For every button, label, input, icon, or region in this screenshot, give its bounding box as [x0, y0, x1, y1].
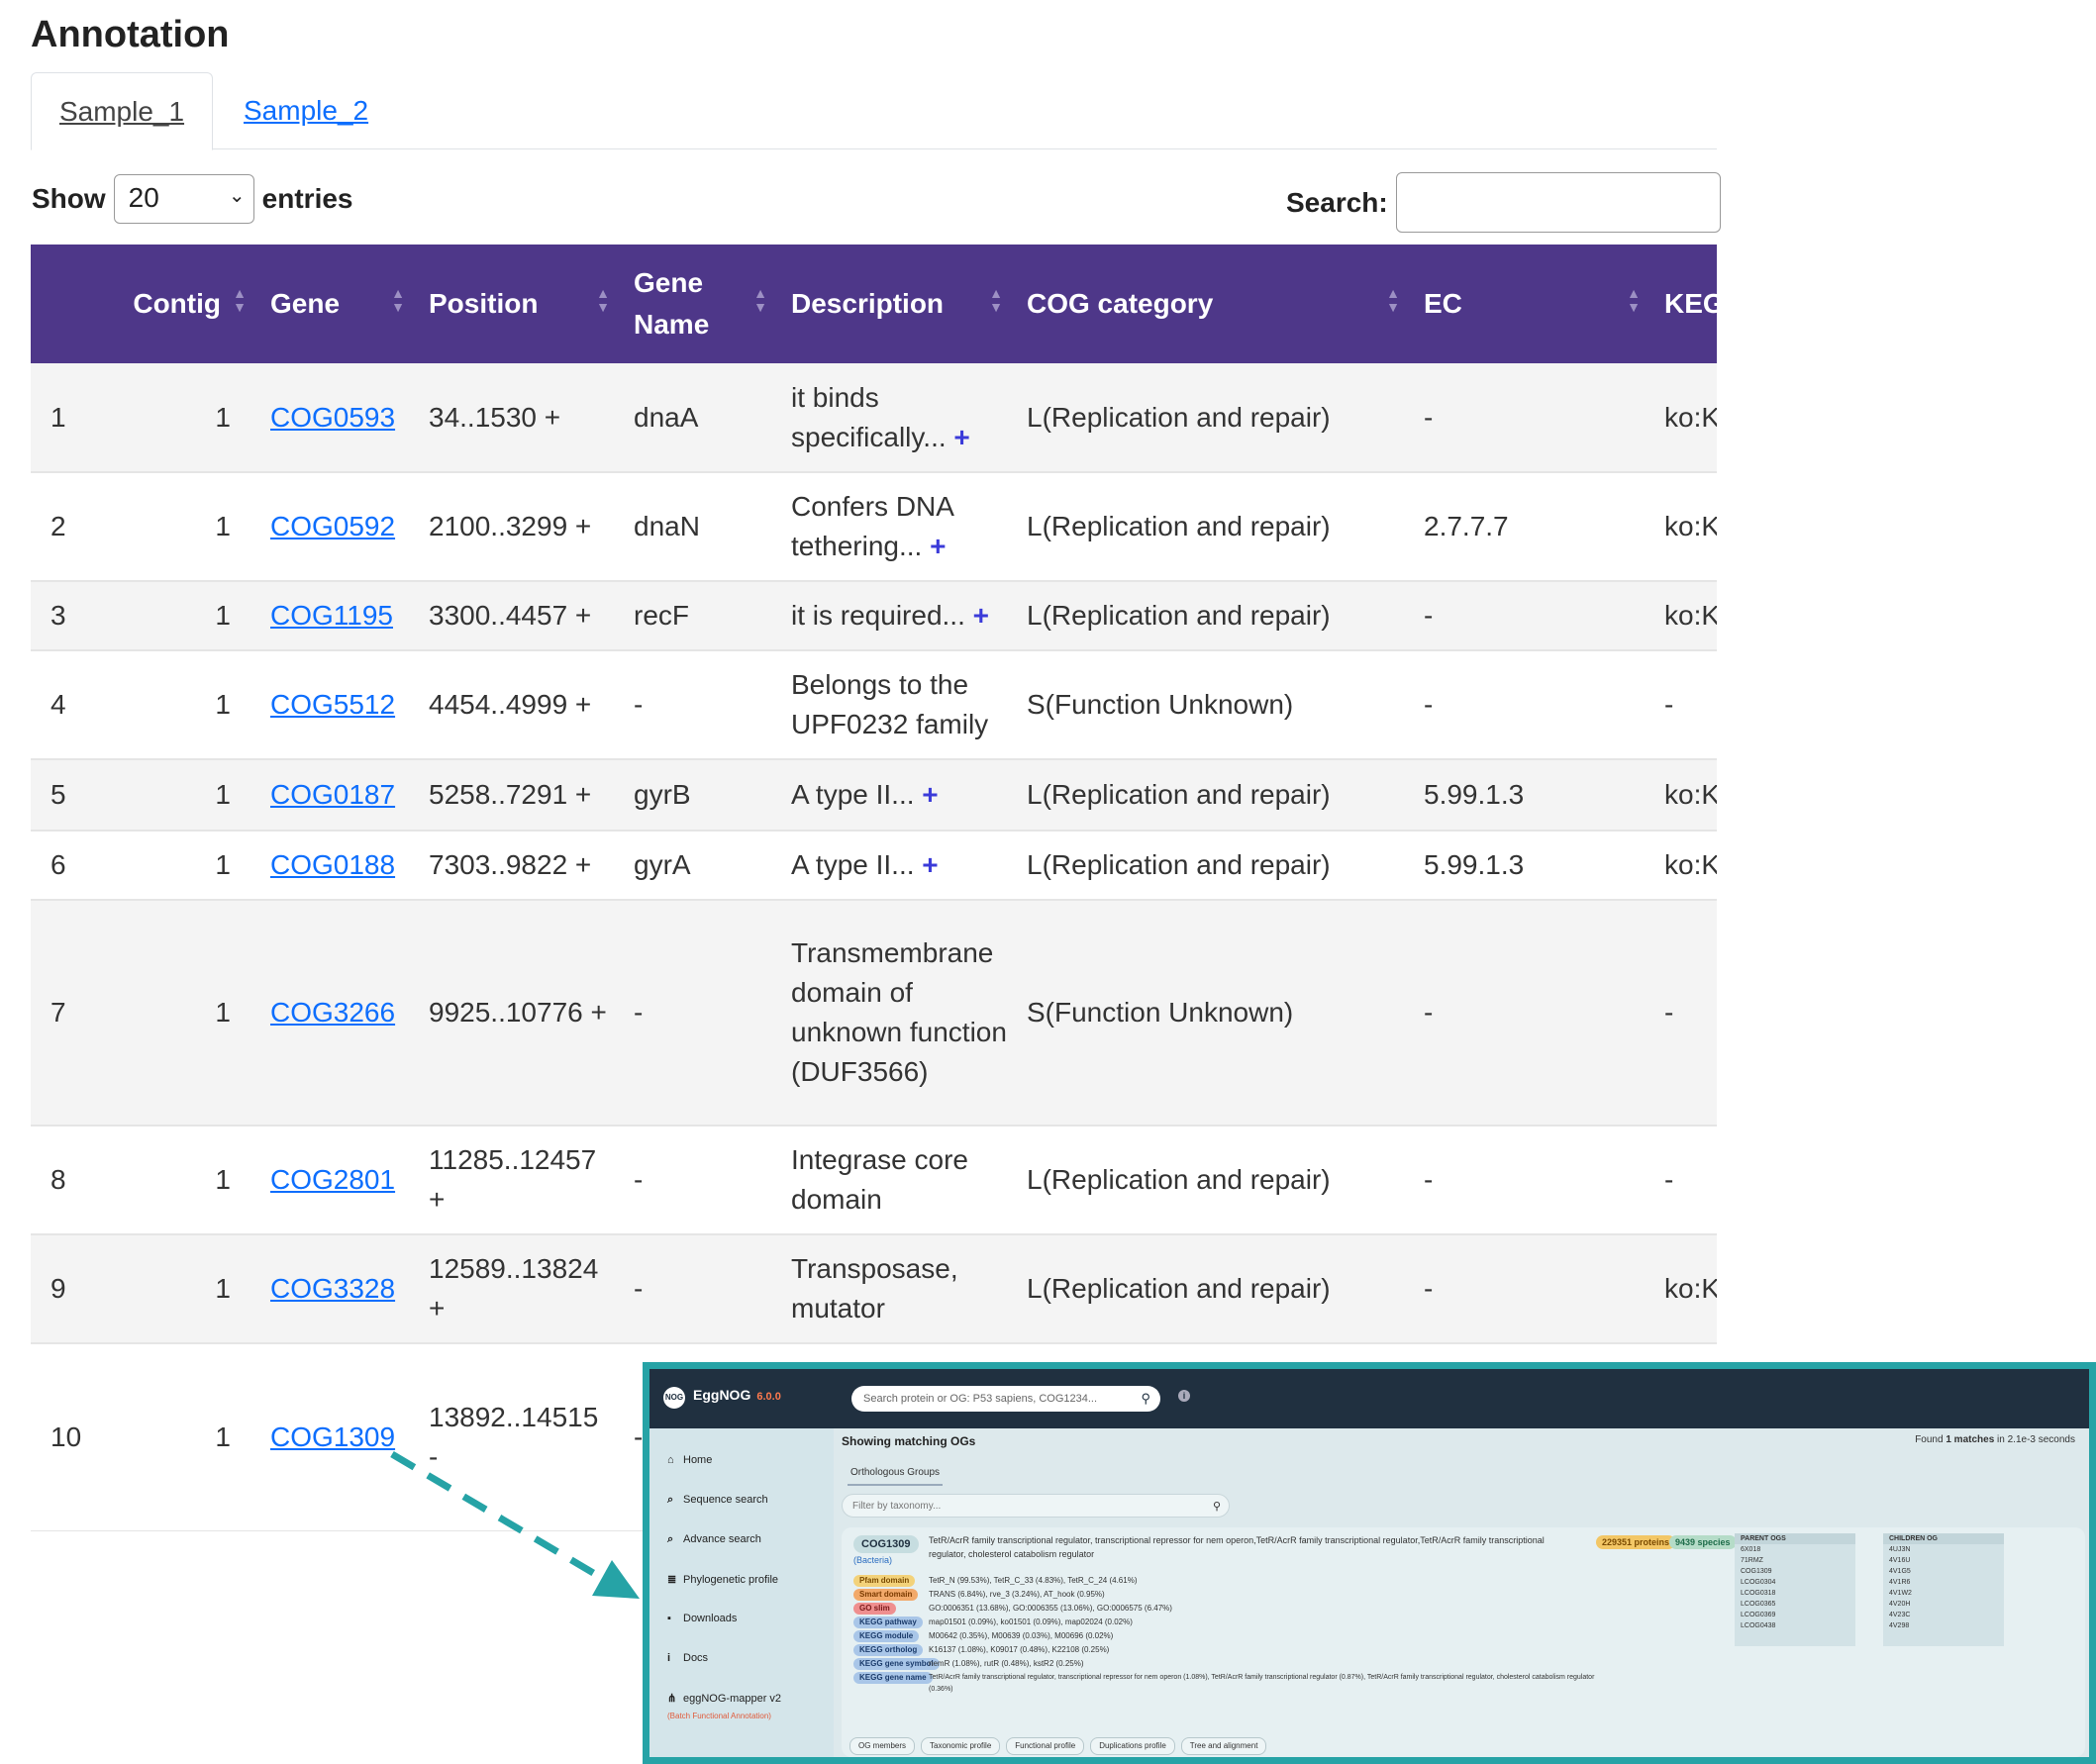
eggnog-topbar: NOG EggNOG 6.0.0 Search protein or OG: P5…: [649, 1369, 2089, 1428]
tab-functional-profile[interactable]: Functional profile: [1006, 1737, 1085, 1755]
parent-og-item[interactable]: LCOG0318: [1735, 1588, 1855, 1599]
attr-value-kegg-module: M00642 (0.35%), M00639 (0.03%), M00696 (…: [929, 1631, 1114, 1640]
search-icon: ⌕: [667, 1494, 674, 1506]
parent-og-item[interactable]: LCOG0365: [1735, 1599, 1855, 1610]
parent-ogs-panel: PARENT OGS 6X018 71RMZ COG1309 LCOG0304 …: [1735, 1533, 1855, 1646]
eggnog-version: 6.0.0: [756, 1391, 781, 1403]
parent-og-item[interactable]: 71RMZ: [1735, 1555, 1855, 1566]
attr-value-go-slim: GO:0006351 (13.68%), GO:0006355 (13.06%)…: [929, 1604, 1172, 1613]
parent-og-item[interactable]: LCOG0304: [1735, 1577, 1855, 1588]
eggnog-sidebar: ⌂ Home ⌕ Sequence search ⌕ Advance search ≣…: [649, 1428, 834, 1757]
children-ogs-panel: CHILDREN OG 4UJ3N 4V16U 4V1G5 4V1R6 4V1W…: [1883, 1533, 2004, 1646]
eggnog-inset-screenshot: NOG EggNOG 6.0.0 Search protein or OG: P5…: [643, 1362, 2096, 1764]
callout-arrow-head: [592, 1560, 640, 1599]
attr-value-pfam: TetR_N (99.53%), TetR_C_33 (4.83%), TetR…: [929, 1576, 1138, 1585]
child-og-item[interactable]: 4UJ3N: [1883, 1544, 2004, 1555]
tab-duplications-profile[interactable]: Duplications profile: [1090, 1737, 1175, 1755]
sidebar-item-eggnog-mapper[interactable]: ⋔ eggNOG-mapper v2: [667, 1692, 781, 1705]
matching-ogs-title: Showing matching OGs: [842, 1434, 976, 1448]
tab-taxonomic-profile[interactable]: Taxonomic profile: [921, 1737, 1001, 1755]
child-og-item[interactable]: 4V23C: [1883, 1610, 2004, 1620]
home-icon: ⌂: [667, 1454, 674, 1466]
info-icon[interactable]: i: [1178, 1390, 1190, 1402]
attr-label-kegg-module: KEGG module: [853, 1630, 920, 1642]
taxonomy-filter-input[interactable]: Filter by taxonomy... ⚲: [842, 1494, 1230, 1518]
sidebar-item-downloads[interactable]: ▪ Downloads: [667, 1613, 737, 1624]
parent-og-item[interactable]: LCOG0438: [1735, 1620, 1855, 1631]
search-icon: ⚲: [1212, 1501, 1221, 1513]
attr-value-kegg-gene-name-cont: (0.36%): [929, 1686, 953, 1693]
attr-label-kegg-ortholog: KEGG ortholog: [853, 1644, 924, 1656]
attr-value-smart: TRANS (6.84%), rve_3 (3.24%), AT_hook (0…: [929, 1590, 1105, 1599]
attr-value-kegg-gene-name: TetR/AcrR family transcriptional regulat…: [929, 1674, 1595, 1681]
results-summary: Found 1 matches in 2.1e-3 seconds: [1915, 1434, 2075, 1445]
eggnog-logo-icon: NOG: [663, 1387, 685, 1409]
sidebar-item-sequence-search[interactable]: ⌕ Sequence search: [667, 1494, 768, 1507]
attr-value-kegg-pathway: map01501 (0.09%), ko01501 (0.09%), map02…: [929, 1617, 1133, 1626]
parent-og-item[interactable]: 6X018: [1735, 1544, 1855, 1555]
sidebar-item-docs[interactable]: i Docs: [667, 1652, 708, 1664]
tab-og-members[interactable]: OG members: [849, 1737, 916, 1755]
info-icon: i: [667, 1652, 671, 1664]
list-icon: ≣: [667, 1574, 677, 1586]
network-icon: ⋔: [667, 1693, 677, 1705]
tab-orthologous-groups[interactable]: Orthologous Groups: [848, 1462, 943, 1486]
parent-og-item[interactable]: COG1309: [1735, 1566, 1855, 1577]
attr-label-pfam: Pfam domain: [853, 1575, 916, 1587]
og-description: TetR/AcrR family transcriptional regulat…: [929, 1535, 1545, 1559]
child-og-item[interactable]: 4V298: [1883, 1620, 2004, 1631]
sidebar-item-mapper-subtitle: (Batch Functional Annotation): [667, 1712, 771, 1720]
eggnog-search-input[interactable]: Search protein or OG: P53 sapiens, COG12…: [851, 1386, 1160, 1412]
child-og-item[interactable]: 4V1W2: [1883, 1588, 2004, 1599]
child-og-item[interactable]: 4V20H: [1883, 1599, 2004, 1610]
children-ogs-header: CHILDREN OG: [1883, 1533, 2004, 1544]
species-badge: 9439 species: [1669, 1535, 1737, 1549]
sidebar-item-home[interactable]: ⌂ Home: [667, 1454, 712, 1466]
og-taxon: (Bacteria): [853, 1555, 893, 1565]
proteins-badge: 229351 proteins: [1596, 1535, 1676, 1549]
sidebar-item-advance-search[interactable]: ⌕ Advance search: [667, 1533, 761, 1546]
attr-value-kegg-gene-symbol: nemR (1.08%), rutR (0.48%), kstR2 (0.25%…: [929, 1659, 1084, 1668]
eggnog-brand: EggNOG 6.0.0: [693, 1387, 781, 1403]
tab-tree-and-alignment[interactable]: Tree and alignment: [1180, 1737, 1267, 1755]
og-result-card: COG1309 (Bacteria) TetR/AcrR family tran…: [842, 1527, 2085, 1757]
attr-value-kegg-ortholog: K16137 (1.08%), K09017 (0.48%), K22108 (…: [929, 1645, 1110, 1654]
parent-og-item[interactable]: LCOG0369: [1735, 1610, 1855, 1620]
attr-label-kegg-pathway: KEGG pathway: [853, 1617, 923, 1628]
annotation-page: Annotation Sample_1 Sample_2 Show 20 ⌄ e…: [0, 0, 2096, 1764]
save-icon: ▪: [667, 1613, 671, 1624]
search-icon: ⚲: [1141, 1391, 1150, 1406]
attr-label-kegg-gene-symbol: KEGG gene symbol: [853, 1658, 940, 1670]
og-id-badge[interactable]: COG1309: [853, 1535, 919, 1553]
search-icon: ⌕: [667, 1533, 674, 1545]
attr-label-smart: Smart domain: [853, 1589, 919, 1601]
callout-arrow-line: [390, 1450, 602, 1581]
child-og-item[interactable]: 4V1G5: [1883, 1566, 2004, 1577]
sidebar-item-phylogenetic-profile[interactable]: ≣ Phylogenetic profile: [667, 1573, 778, 1586]
og-detail-tabs: OG members Taxonomic profile Functional pr…: [849, 1735, 1272, 1755]
attr-label-kegg-gene-name: KEGG gene name: [853, 1672, 933, 1684]
child-og-item[interactable]: 4V1R6: [1883, 1577, 2004, 1588]
child-og-item[interactable]: 4V16U: [1883, 1555, 2004, 1566]
attr-label-go-slim: GO slim: [853, 1603, 896, 1615]
parent-ogs-header: PARENT OGS: [1735, 1533, 1855, 1544]
